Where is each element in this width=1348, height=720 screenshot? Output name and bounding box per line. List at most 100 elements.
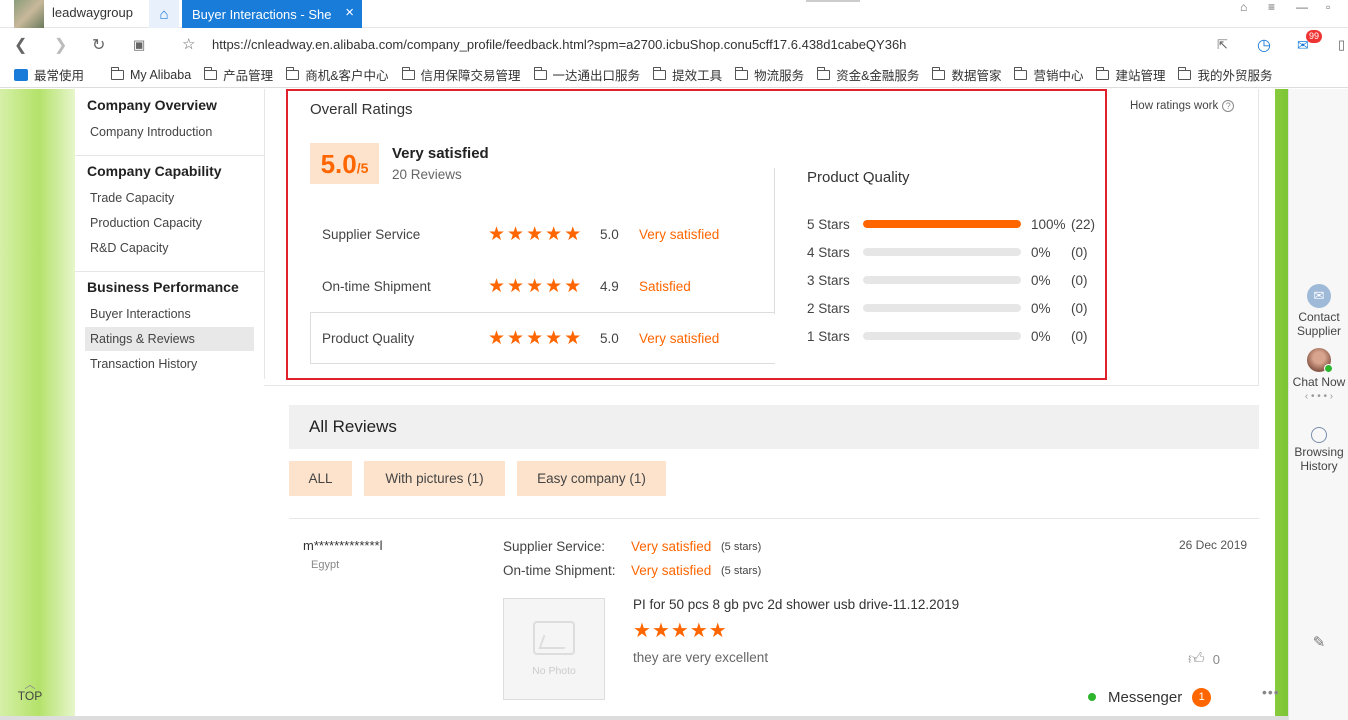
sidebar-item-rd-capacity[interactable]: R&D Capacity: [90, 241, 169, 255]
bookmark-folder[interactable]: 物流服务: [735, 65, 804, 84]
most-used-icon: [14, 68, 28, 81]
sidebar-item-buyer-interactions[interactable]: Buyer Interactions: [90, 307, 191, 321]
chat-now-button[interactable]: Chat Now ‹ • • • ›: [1289, 348, 1348, 403]
messenger-bar[interactable]: Messenger 1: [1088, 682, 1284, 712]
bookmarks-bar: 最常使用 My Alibaba 产品管理 商机&客户中心 信用保障交易管理 一达…: [0, 62, 1348, 88]
bookmark-folder[interactable]: 数据管家: [932, 65, 1001, 84]
bookmark-folder[interactable]: 建站管理: [1096, 65, 1165, 84]
bookmark-folder[interactable]: 资金&金融服务: [817, 65, 919, 84]
filter-easy-company-button[interactable]: Easy company (1): [517, 461, 666, 496]
tab-bar: leadwaygroup ⌂ Buyer Interactions - She …: [0, 0, 1348, 28]
overall-score: 5.0: [320, 149, 357, 179]
star-breakdown-row: 4 Stars 0% (0): [807, 243, 1088, 261]
sidebar-item-transaction-history[interactable]: Transaction History: [90, 357, 197, 371]
star-icon: ★: [488, 327, 506, 349]
close-icon[interactable]: ×: [345, 4, 354, 21]
home-tab-icon[interactable]: ⌂: [149, 0, 179, 28]
breakdown-label: 1 Stars: [807, 328, 850, 344]
more-icon[interactable]: •••: [1262, 684, 1280, 700]
thumbs-up-icon: 👍︎: [1188, 651, 1205, 668]
sidebar-item-production-capacity[interactable]: Production Capacity: [90, 216, 202, 230]
like-count: 0: [1212, 652, 1220, 667]
breakdown-bar: [863, 332, 1021, 340]
sidebar-item-trade-capacity[interactable]: Trade Capacity: [90, 191, 174, 205]
breakdown-label: 3 Stars: [807, 272, 850, 288]
all-reviews-header: All Reviews: [289, 405, 1259, 449]
overall-ratings-title: Overall Ratings: [310, 101, 413, 118]
feedback-icon[interactable]: ✎: [1289, 635, 1348, 650]
reviewer-country: Egypt: [311, 559, 340, 571]
bookmark-folder[interactable]: 我的外贸服务: [1178, 65, 1273, 84]
menu-icon[interactable]: ≡: [1268, 0, 1275, 14]
supplier-service-label: Supplier Service:: [503, 539, 606, 554]
breakdown-bar: [863, 304, 1021, 312]
horizontal-scrollbar[interactable]: [0, 716, 1288, 720]
chevron-up-icon: ︿: [24, 679, 36, 691]
messenger-label: Messenger: [1108, 688, 1183, 706]
pin-icon[interactable]: ⌂: [1240, 0, 1247, 14]
profile-name[interactable]: leadwaygroup: [52, 5, 133, 20]
star-breakdown-row: 3 Stars 0% (0): [807, 271, 1088, 289]
browsing-history-button[interactable]: Browsing History: [1289, 427, 1348, 473]
bookmark-most-used[interactable]: 最常使用: [14, 65, 84, 84]
star-icon: ★: [564, 275, 582, 297]
shipment-value: Very satisfied: [631, 563, 712, 578]
minimize-icon[interactable]: —: [1296, 0, 1308, 14]
back-icon[interactable]: ❮: [14, 35, 27, 55]
star-icon: ★: [708, 620, 727, 642]
sidebar-item-company-introduction[interactable]: Company Introduction: [90, 125, 212, 139]
forward-icon[interactable]: ❯: [54, 35, 67, 55]
star-icon: ★: [507, 223, 525, 245]
star-icon: ★: [488, 275, 506, 297]
bookmark-folder[interactable]: 营销中心: [1014, 65, 1083, 84]
bookmark-folder[interactable]: 提效工具: [653, 65, 722, 84]
bookmark-folder[interactable]: 一达通出口服务: [533, 65, 640, 84]
supplier-service-value: Very satisfied: [631, 539, 712, 554]
sidebar-item-ratings-reviews[interactable]: Ratings & Reviews: [90, 332, 195, 346]
breakdown-bar-fill: [863, 220, 1021, 228]
profile-avatar[interactable]: [14, 0, 44, 28]
url-field[interactable]: https://cnleadway.en.alibaba.com/company…: [212, 37, 906, 52]
folder-icon: [735, 66, 749, 80]
all-reviews-title: All Reviews: [309, 417, 397, 436]
filter-all-button[interactable]: ALL: [289, 461, 352, 496]
image-placeholder-icon: [533, 621, 575, 655]
reload-icon[interactable]: ↻: [92, 35, 105, 55]
contact-supplier-button[interactable]: ✉ Contact Supplier: [1289, 284, 1348, 338]
rating-row: Product Quality ★ ★ ★ ★ ★ 5.0 Very satisfied: [322, 328, 719, 348]
folder-icon: [653, 66, 667, 80]
extension-icon[interactable]: ▯: [1338, 37, 1345, 53]
reader-mode-icon[interactable]: ▣: [133, 37, 145, 53]
back-to-top-button[interactable]: ︿ TOP: [0, 679, 60, 704]
like-button[interactable]: 👍︎ 0: [1188, 650, 1220, 669]
review-product-title[interactable]: PI for 50 pcs 8 gb pvc 2d shower usb dri…: [633, 597, 959, 612]
bookmark-folder[interactable]: 商机&客户中心: [286, 65, 389, 84]
star-icon: ★: [651, 620, 670, 642]
filter-with-pictures-button[interactable]: With pictures (1): [364, 461, 505, 496]
bookmark-folder[interactable]: My Alibaba: [111, 66, 191, 82]
sidebar-heading: Company Overview: [87, 97, 217, 113]
share-icon[interactable]: ⇱: [1217, 37, 1228, 53]
supplier-avatar: [1307, 348, 1333, 373]
tab-buyer-interactions[interactable]: Buyer Interactions - She ×: [182, 0, 362, 28]
bookmark-folder[interactable]: 信用保障交易管理: [401, 65, 521, 84]
breakdown-percent: 0%: [1031, 328, 1051, 344]
rating-word: Very satisfied: [639, 226, 720, 242]
folder-icon: [1014, 66, 1028, 80]
maximize-icon[interactable]: ▫: [1326, 0, 1330, 14]
breakdown-percent: 0%: [1031, 300, 1051, 316]
clock-icon[interactable]: ◷: [1257, 35, 1271, 55]
folder-icon: [401, 66, 415, 80]
review-date: 26 Dec 2019: [1179, 538, 1248, 552]
overall-score-text: Very satisfied: [392, 145, 489, 162]
sidebar: Company Overview Company Introduction Co…: [75, 89, 265, 379]
star-icon: ★: [545, 327, 563, 349]
star-icon: ★: [545, 275, 563, 297]
rating-row: On-time Shipment ★ ★ ★ ★ ★ 4.9 Satisfied: [322, 276, 691, 296]
star-breakdown-row: 1 Stars 0% (0): [807, 327, 1088, 345]
bookmark-star-icon[interactable]: ☆: [182, 35, 195, 53]
product-quality-title: Product Quality: [807, 169, 910, 186]
bookmark-folder[interactable]: 产品管理: [204, 65, 273, 84]
review-stars: ★ ★ ★ ★ ★: [633, 620, 728, 642]
how-ratings-link[interactable]: How ratings work?: [1130, 100, 1235, 112]
